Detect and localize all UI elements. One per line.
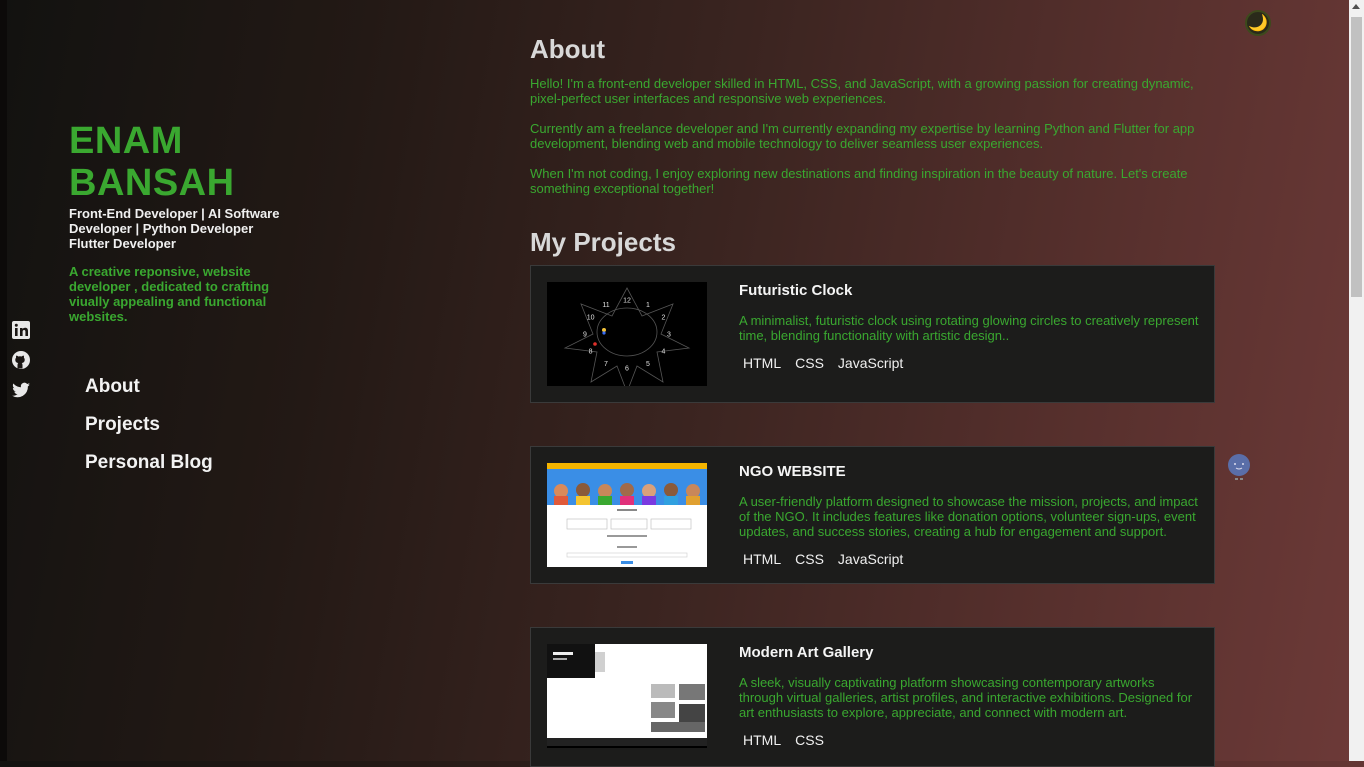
profile-tagline: A creative reponsive, website developer … (69, 264, 270, 324)
project-title: NGO WEBSITE (739, 463, 846, 480)
nav-item-about[interactable]: About (85, 376, 213, 398)
project-card-futuristic-clock[interactable]: 12 1 2 3 4 5 6 7 8 9 10 11 Futuristic Clock A minim… (530, 265, 1215, 403)
project-card-ngo-website[interactable]: NGO WEBSITE A user-friendly platform des… (530, 446, 1215, 584)
project-thumbnail-ngo (547, 463, 707, 567)
tag-html: HTML (743, 732, 782, 748)
project-description: A sleek, visually captivating platform s… (739, 675, 1193, 720)
chat-bot-icon[interactable] (1227, 453, 1251, 483)
tag-css: CSS (795, 355, 824, 371)
project-title: Modern Art Gallery (739, 644, 874, 661)
profile-role: Front-End Developer | AI Software Develo… (69, 206, 280, 251)
clock-number: 6 (625, 366, 629, 373)
moon-icon: 🌙 (1248, 15, 1268, 32)
page-scrollbar[interactable] (1349, 0, 1364, 761)
twitter-icon[interactable] (11, 380, 31, 400)
clock-number: 11 (602, 302, 609, 309)
project-thumbnail-gallery (547, 644, 707, 748)
clock-number: 5 (646, 361, 650, 368)
tag-html: HTML (743, 551, 782, 567)
clock-number: 12 (623, 298, 631, 305)
scroll-up-arrow-icon[interactable] (1352, 4, 1360, 9)
main-nav: About Projects Personal Blog (85, 376, 213, 474)
about-paragraph: When I'm not coding, I enjoy exploring n… (530, 166, 1188, 196)
nav-item-personal-blog[interactable]: Personal Blog (85, 452, 213, 474)
gallery-preview (547, 644, 707, 748)
about-paragraph: Hello! I'm a front-end developer skilled… (530, 76, 1194, 106)
tag-css: CSS (795, 732, 824, 748)
project-thumbnail-clock: 12 1 2 3 4 5 6 7 8 9 10 11 (547, 282, 707, 386)
project-description: A user-friendly platform designed to sho… (739, 494, 1198, 539)
social-links (11, 320, 31, 400)
project-tags: HTML CSS JavaScript (739, 551, 913, 567)
clock-number: 7 (604, 361, 608, 368)
left-edge (0, 0, 7, 761)
clock-number: 1 (646, 302, 650, 309)
project-card-modern-art-gallery[interactable]: Modern Art Gallery A sleek, visually cap… (530, 627, 1215, 767)
scrollbar-thumb[interactable] (1351, 17, 1362, 297)
tag-javascript: JavaScript (837, 355, 904, 371)
project-tags: HTML CSS (739, 732, 834, 748)
clock-number: 8 (589, 349, 593, 356)
project-title: Futuristic Clock (739, 282, 853, 299)
clock-number: 2 (661, 315, 665, 322)
tag-css: CSS (795, 551, 824, 567)
nav-item-projects[interactable]: Projects (85, 414, 213, 436)
project-tags: HTML CSS JavaScript (739, 355, 913, 371)
clock-number: 9 (583, 332, 587, 339)
profile-name: ENAM BANSAH (69, 120, 235, 204)
tag-html: HTML (743, 355, 782, 371)
theme-toggle-button[interactable]: 🌙 (1245, 10, 1271, 36)
ngo-preview (547, 463, 707, 564)
clock-number: 4 (661, 349, 665, 356)
projects-title: My Projects (530, 227, 676, 257)
clock-number: 3 (667, 332, 671, 339)
tag-javascript: JavaScript (837, 551, 904, 567)
about-paragraph: Currently am a freelance developer and I… (530, 121, 1195, 151)
clock-number: 10 (587, 315, 595, 322)
linkedin-icon[interactable] (11, 320, 31, 340)
clock-preview: 121234567891011 (563, 287, 691, 386)
project-description: A minimalist, futuristic clock using rot… (739, 313, 1199, 343)
about-title: About (530, 34, 606, 64)
github-icon[interactable] (11, 350, 31, 370)
